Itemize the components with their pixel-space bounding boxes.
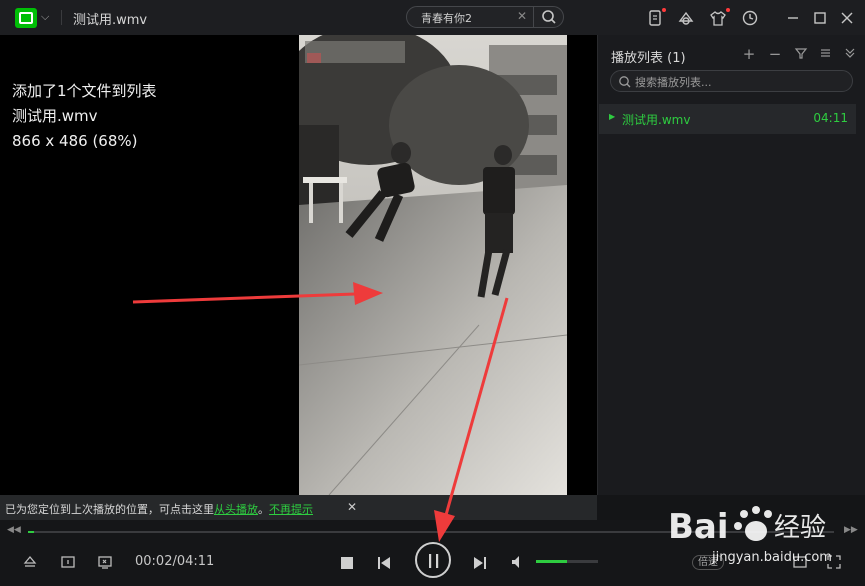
eject-icon[interactable] [22,554,38,574]
mini-mode-icon[interactable] [97,554,113,574]
list-view-icon[interactable] [818,45,832,61]
filter-icon[interactable] [794,45,808,61]
osd-message: 添加了1个文件到列表 测试用.wmv 866 x 486 (68%) [12,79,157,154]
dont-show-again-link[interactable]: 不再提示 [269,503,313,516]
screenshot-icon[interactable] [60,554,76,574]
search-icon [619,76,631,88]
play-pause-button[interactable] [415,542,451,578]
next-button[interactable] [473,555,487,574]
previous-icon [378,557,390,569]
stop-button[interactable] [340,555,354,574]
notification-dot [662,8,666,12]
osd-line-added: 添加了1个文件到列表 [12,82,157,100]
notice-close-icon[interactable]: ✕ [347,500,357,514]
close-button[interactable] [837,8,857,28]
resume-notice-text: 已为您定位到上次播放的位置，可点击这里从头播放。不再提示 [5,501,313,517]
now-playing-icon: ▶ [609,112,616,121]
resume-notice-bar: 已为您定位到上次播放的位置，可点击这里从头播放。不再提示 ✕ [0,495,597,520]
next-icon [474,557,486,569]
restart-playback-link[interactable]: 从头播放 [214,503,258,516]
svg-text:经验: 经验 [774,513,826,543]
pause-icon [429,554,439,568]
collapse-chevron-icon[interactable] [843,45,857,61]
svg-text:Bai: Bai [668,507,729,547]
osd-line-filename: 测试用.wmv [12,107,98,125]
video-area[interactable]: 添加了1个文件到列表 测试用.wmv 866 x 486 (68%) [0,35,597,495]
notification-dot [726,8,730,12]
minimize-icon [788,17,798,19]
volume-icon[interactable] [510,554,526,574]
playlist-search-placeholder[interactable]: 搜索播放列表... [635,74,712,90]
stop-icon [341,557,353,569]
history-clock-icon[interactable] [741,9,759,27]
mobile-transfer-icon[interactable] [646,9,664,27]
baidu-jingyan-watermark: Bai 经验 jingyan.baidu.com [666,490,865,586]
maximize-button[interactable] [810,8,830,28]
watermark-url: jingyan.baidu.com [712,550,832,565]
title-divider [61,10,62,25]
playlist-item[interactable]: ▶ 测试用.wmv 04:11 [599,104,856,134]
maximize-icon [814,12,826,24]
close-icon [841,12,853,24]
title-bar: ⌵ 测试用.wmv 青春有你2 ✕ [0,0,865,35]
window-title: 测试用.wmv [73,13,148,28]
volume-slider[interactable] [536,560,598,563]
osd-line-resolution: 866 x 486 (68%) [12,132,138,150]
search-button[interactable] [534,7,564,27]
online-search-box[interactable]: 青春有你2 ✕ [406,6,564,28]
seek-back-icon[interactable]: ◀◀ [7,525,21,535]
notice-separator: 。 [258,503,269,516]
skin-shirt-icon[interactable] [709,9,727,27]
previous-button[interactable] [377,555,391,574]
cloud-icon[interactable] [677,9,695,27]
playlist-item-duration: 04:11 [813,111,848,125]
playlist-title: 播放列表 (1) [611,51,686,66]
app-logo-icon[interactable] [15,8,37,28]
clear-search-icon[interactable]: ✕ [517,9,527,23]
playlist-item-name: 测试用.wmv [622,113,691,127]
video-frame [299,35,567,495]
playlist-search-field[interactable]: 搜索播放列表... [610,70,853,92]
main-menu-chevron-icon[interactable]: ⌵ [41,10,49,24]
playback-time: 00:02/04:11 [135,554,215,569]
playlist-panel: 播放列表 (1) + − 搜索播放列表... ▶ 测试用.wmv 04:11 [597,35,865,495]
add-file-icon[interactable]: + [742,45,756,63]
minimize-button[interactable] [783,8,803,28]
search-input[interactable]: 青春有你2 [421,10,472,26]
search-icon [542,10,556,24]
progress-fill [28,531,35,533]
baidu-logo-icon: Bai 经验 [668,506,826,547]
remove-file-icon[interactable]: − [768,45,782,63]
volume-fill [536,560,567,563]
notice-message: 已为您定位到上次播放的位置，可点击这里 [5,503,214,516]
